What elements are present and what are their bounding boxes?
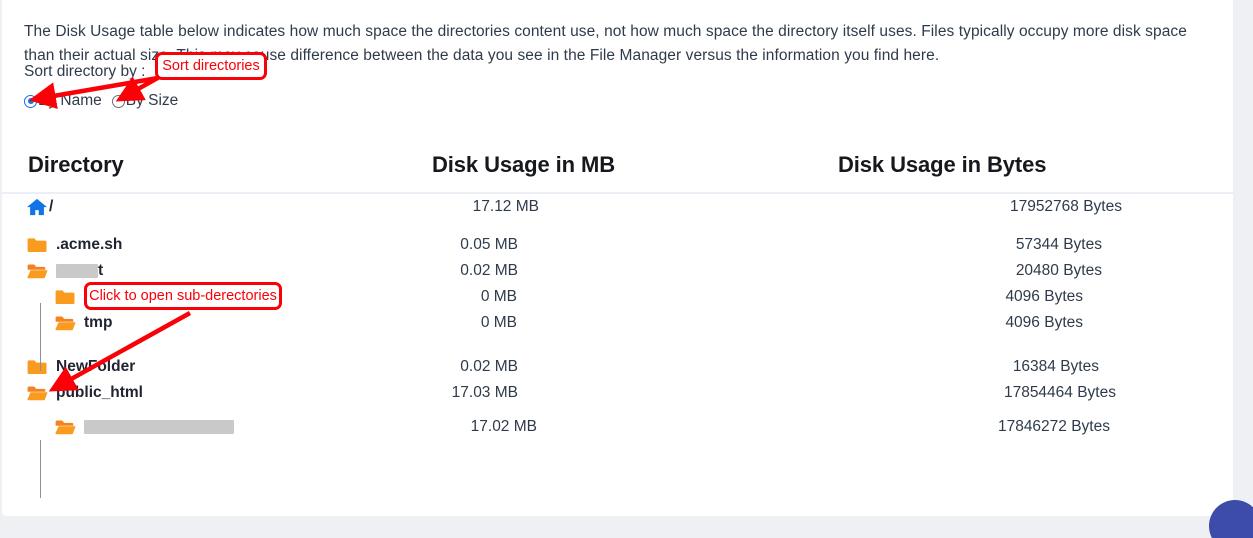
sort-directory-label: Sort directory by :	[24, 63, 146, 80]
redacted-name-bar	[56, 263, 98, 278]
row-spacer	[2, 406, 1233, 414]
directory-name: .acme.sh	[56, 236, 123, 253]
directory-cell[interactable]	[54, 414, 234, 440]
disk-usage-page: The Disk Usage table below indicates how…	[0, 0, 1253, 538]
folder-open-icon	[26, 384, 49, 402]
table-row[interactable]: t 0.02 MB 20480 Bytes	[2, 258, 1233, 284]
directory-name: /	[49, 198, 54, 215]
usage-mb-cell: 17.03 MB	[451, 384, 518, 401]
usage-bytes-cell: 57344 Bytes	[1015, 236, 1102, 253]
directory-cell[interactable]: public_html	[26, 380, 143, 406]
folder-open-icon	[54, 418, 77, 436]
directory-name: tmp	[84, 314, 113, 331]
annotation-click-subdirectories: Click to open sub-derectories	[84, 282, 282, 310]
tree-guide-line	[40, 303, 41, 371]
redacted-name-bar	[84, 419, 234, 434]
radio-by-name[interactable]	[24, 94, 37, 108]
folder-open-icon	[26, 262, 49, 280]
usage-mb-cell: 0 MB	[480, 288, 517, 305]
column-header-directory[interactable]: Directory	[28, 152, 124, 178]
usage-bytes-cell: 17846272 Bytes	[997, 418, 1110, 435]
folder-closed-icon	[54, 288, 77, 306]
row-spacer	[2, 220, 1233, 232]
usage-mb-cell: 0.02 MB	[460, 262, 518, 279]
usage-bytes-cell: 16384 Bytes	[1012, 358, 1099, 375]
table-row[interactable]: NewFolder 0.02 MB 16384 Bytes	[2, 354, 1233, 380]
usage-bytes-cell: 20480 Bytes	[1015, 262, 1102, 279]
directory-name: t	[56, 262, 103, 280]
directory-name: public_html	[56, 384, 143, 401]
tree-guide-line	[40, 440, 41, 498]
usage-mb-cell: 0.02 MB	[460, 358, 518, 375]
sort-by-size-option[interactable]: By Size	[111, 92, 179, 110]
radio-by-size[interactable]	[111, 94, 125, 108]
folder-open-icon	[54, 314, 77, 332]
usage-mb-cell: 0 MB	[480, 314, 517, 331]
table-row[interactable]: public_html 17.03 MB 17854464 Bytes	[2, 380, 1233, 406]
row-spacer	[2, 336, 1233, 354]
annotation-sort-directories: Sort directories	[155, 52, 267, 80]
directory-name	[84, 418, 234, 436]
table-row[interactable]: / 17.12 MB 17952768 Bytes	[2, 194, 1233, 220]
sort-by-size-label: By Size	[125, 92, 179, 109]
directory-cell[interactable]: .acme.sh	[26, 232, 122, 258]
usage-mb-cell: 17.12 MB	[472, 198, 539, 215]
folder-closed-icon	[26, 236, 49, 254]
directory-cell[interactable]: /	[26, 194, 53, 220]
annotation-sort-directories-text: Sort directories	[162, 58, 260, 74]
folder-closed-icon	[26, 358, 49, 376]
table-row[interactable]: 17.02 MB 17846272 Bytes	[2, 414, 1233, 440]
sort-by-name-option[interactable]: By Name	[24, 92, 102, 110]
usage-mb-cell: 17.02 MB	[470, 418, 537, 435]
annotation-click-subdirectories-text: Click to open sub-derectories	[89, 288, 277, 304]
column-header-usage-mb[interactable]: Disk Usage in MB	[432, 152, 615, 178]
usage-mb-cell: 0.05 MB	[460, 236, 518, 253]
directory-cell[interactable]: tmp	[54, 310, 112, 336]
table-header-row: Directory Disk Usage in MB Disk Usage in…	[2, 140, 1233, 194]
directory-cell[interactable]: t	[26, 258, 103, 284]
usage-bytes-cell: 4096 Bytes	[1005, 314, 1083, 331]
usage-bytes-cell: 4096 Bytes	[1005, 288, 1083, 305]
column-header-usage-bytes[interactable]: Disk Usage in Bytes	[838, 152, 1047, 178]
sort-by-name-label: By Name	[38, 92, 102, 109]
directory-cell[interactable]: NewFolder	[26, 354, 135, 380]
table-row[interactable]: tmp 0 MB 4096 Bytes	[2, 310, 1233, 336]
sort-radio-group[interactable]: By Name By Size	[24, 92, 178, 110]
usage-bytes-cell: 17854464 Bytes	[1003, 384, 1116, 401]
directory-name: NewFolder	[56, 358, 136, 375]
directory-name-visible: t	[98, 262, 104, 279]
table-body: / 17.12 MB 17952768 Bytes .acme.sh 0.05 MB 57…	[2, 194, 1233, 440]
home-icon	[26, 197, 48, 217]
usage-bytes-cell: 17952768 Bytes	[1009, 198, 1122, 215]
table-row[interactable]: .acme.sh 0.05 MB 57344 Bytes	[2, 232, 1233, 258]
